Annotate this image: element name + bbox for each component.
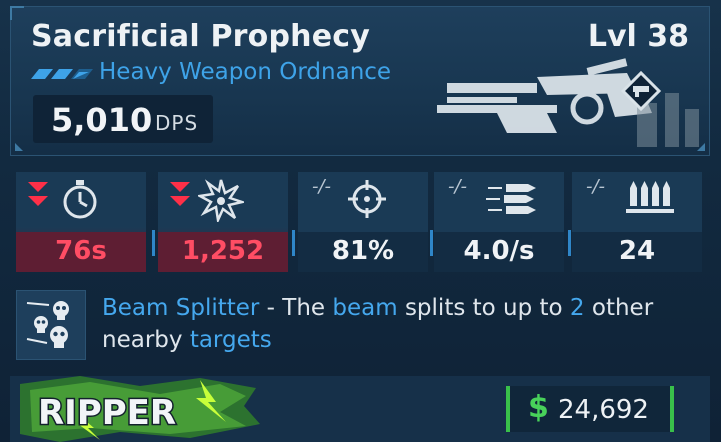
crosshair-icon: [348, 180, 386, 218]
price-bar: [506, 386, 510, 432]
weapon-name: Sacrificial Prophecy: [31, 19, 370, 54]
perk-name: Beam Splitter: [102, 295, 260, 321]
perk-keyword: targets: [189, 327, 272, 353]
stat-compare: -/-: [586, 176, 606, 197]
stat-separator: [568, 230, 571, 256]
heavy-weapon-silhouette-icon: [437, 58, 699, 147]
perk-text-part: - The: [259, 295, 333, 321]
skulls-icon: [26, 301, 69, 348]
stat-decrease-icon: [28, 182, 48, 206]
weapon-type: Heavy Weapon Ordnance: [99, 59, 392, 85]
frame-corner: [10, 6, 24, 20]
impact-burst-icon: [198, 179, 244, 222]
weapon-header: Sacrificial Prophecy Lvl 38 Heavy Weapon…: [10, 6, 710, 156]
stat-value: 81%: [331, 236, 395, 266]
ripper-logo: RIPPER: [20, 376, 260, 442]
stat-accuracy: -/- 81%: [298, 172, 428, 272]
stat-separator: [430, 230, 433, 256]
stat-separator: [292, 230, 295, 256]
stat-separator: [152, 230, 155, 256]
weapon-card: Sacrificial Prophecy Lvl 38 Heavy Weapon…: [0, 0, 721, 442]
stat-damage: 1,252: [158, 172, 288, 272]
perk-text-part: splits to up to: [397, 295, 570, 321]
stat-value: 24: [618, 236, 656, 266]
stat-value: 1,252: [181, 236, 265, 266]
perk-keyword: beam: [332, 295, 398, 321]
stat-compare: -/-: [312, 176, 332, 197]
stat-value: 4.0/s: [463, 236, 535, 266]
stat-decrease-icon: [170, 182, 190, 206]
perk-icon-box: [16, 290, 86, 360]
dps-box: 5,010 DPS: [33, 95, 213, 143]
weapon-level: Lvl 38: [587, 19, 689, 54]
currency-symbol: $: [528, 390, 549, 425]
rarity-chevrons-icon: [31, 69, 93, 79]
ripper-logo-text: RIPPER: [38, 393, 176, 433]
perk-description: Beam Splitter - The beam splits to up to…: [102, 292, 702, 356]
ammo-stack-icon: [626, 181, 674, 213]
bullets-icon: [486, 184, 536, 214]
stats-row: 76s 1,252 -/- 81% -/- 4.0/s -/- 24: [16, 172, 706, 272]
price-value: 24,692: [558, 395, 649, 425]
weapon-footer: RIPPER $ 24,692: [10, 376, 710, 442]
dps-unit: DPS: [155, 111, 199, 135]
perk-count: 2: [569, 295, 585, 321]
stat-magazine: -/- 24: [572, 172, 702, 272]
stopwatch-icon: [63, 180, 97, 219]
price-box: $ 24,692: [506, 386, 674, 432]
stat-duration: 76s: [16, 172, 146, 272]
stat-value: 76s: [55, 236, 107, 266]
stat-fire-rate: -/- 4.0/s: [434, 172, 564, 272]
dps-value: 5,010: [51, 101, 153, 139]
frame-corner: [15, 143, 23, 151]
price-bar: [670, 386, 674, 432]
stat-compare: -/-: [448, 176, 468, 197]
